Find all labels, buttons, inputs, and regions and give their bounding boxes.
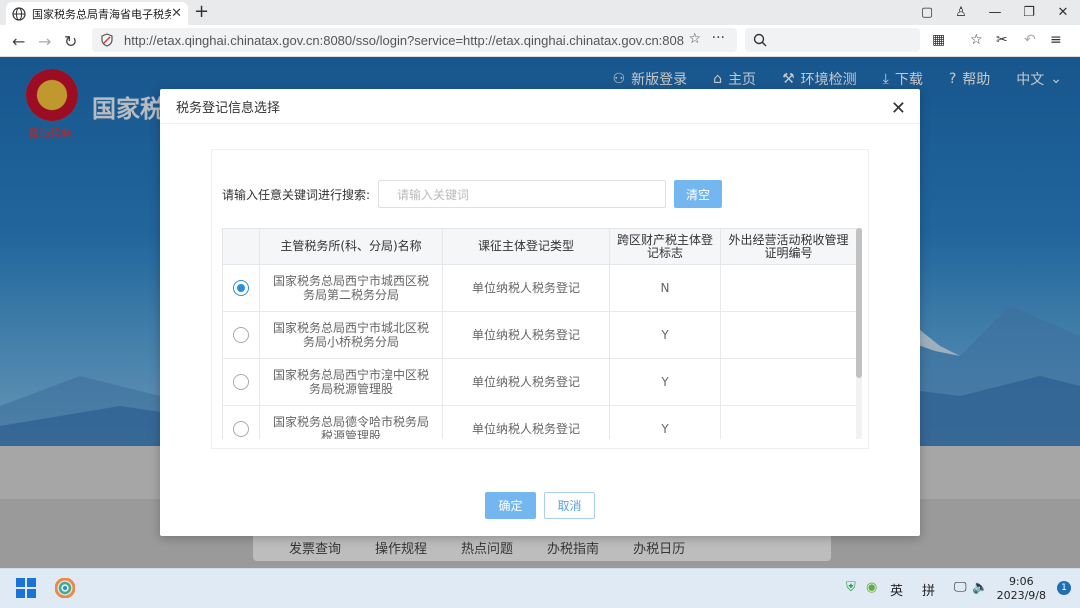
menu-icon[interactable]: ≡ <box>1050 32 1062 48</box>
windows-start-icon[interactable] <box>16 578 36 598</box>
office-cell: 国家税务总局西宁市湟中区税务局税源管理股 <box>259 358 443 406</box>
col-registration-type: 课征主体登记类型 <box>442 228 610 265</box>
table-row[interactable]: 国家税务总局西宁市城西区税务局第二税务分局 单位纳税人税务登记 N <box>222 264 857 312</box>
insecure-shield-icon <box>101 33 113 47</box>
office-cell: 国家税务总局西宁市城西区税务局第二税务分局 <box>259 264 443 312</box>
clock-date: 2023/9/8 <box>996 589 1046 602</box>
tax-registration-modal: 税务登记信息选择 ✕ 请输入任意关键词进行搜索: 请输入关键词 清空 主管税务所… <box>160 89 920 536</box>
ime-mode[interactable]: 拼 <box>922 580 935 599</box>
keyword-search-input[interactable]: 请输入关键词 <box>378 180 666 208</box>
cert-cell <box>720 405 857 439</box>
type-cell: 单位纳税人税务登记 <box>442 311 610 359</box>
type-cell: 单位纳税人税务登记 <box>442 358 610 406</box>
reload-icon[interactable]: ↻ <box>64 32 77 51</box>
flag-cell: N <box>609 264 721 312</box>
search-label: 请输入任意关键词进行搜索: <box>222 187 371 202</box>
browser-toolbar: ← → ↻ http://etax.qinghai.chinatax.gov.c… <box>0 25 1080 57</box>
undo-icon[interactable]: ↶ <box>1024 32 1036 48</box>
security-shield-icon[interactable]: ⛨ <box>846 580 856 595</box>
search-icon <box>753 33 767 47</box>
table-row[interactable]: 国家税务总局德令哈市税务局税源管理股 单位纳税人税务登记 Y <box>222 405 857 439</box>
col-select <box>222 228 260 265</box>
col-cross-region-flag: 跨区财产税主体登记标志 <box>609 228 721 265</box>
back-icon[interactable]: ← <box>12 32 25 51</box>
modal-close-icon[interactable]: ✕ <box>891 98 906 119</box>
network-icon[interactable]: 🖵 <box>954 580 967 595</box>
registration-table: 主管税务所(科、分局)名称 课征主体登记类型 跨区财产税主体登记标志 外出经营活… <box>222 228 862 439</box>
tab-title: 国家税务总局青海省电子税务局 <box>32 7 172 21</box>
clock-time: 9:06 <box>1008 575 1034 588</box>
scrollbar-thumb[interactable] <box>856 228 862 378</box>
os-taskbar: ⛨ ◉ 英 拼 🖵 🔈 9:06 2023/9/8 1 <box>0 568 1080 608</box>
system-clock[interactable]: 9:06 2023/9/8 <box>997 575 1046 603</box>
volume-icon[interactable]: 🔈 <box>972 580 988 595</box>
ime-language[interactable]: 英 <box>890 580 903 599</box>
row-radio[interactable] <box>233 327 249 343</box>
scissors-icon[interactable]: ✂ <box>996 32 1008 48</box>
forward-icon[interactable]: → <box>38 32 51 51</box>
globe-icon <box>12 6 26 21</box>
browser-app-icon[interactable] <box>55 578 75 598</box>
table-row[interactable]: 国家税务总局西宁市城北区税务局小桥税务分局 单位纳税人税务登记 Y <box>222 311 857 359</box>
flag-cell: Y <box>609 311 721 359</box>
favorites-icon[interactable]: ☆ <box>970 32 983 48</box>
tray-app-icon[interactable]: ◉ <box>866 580 877 595</box>
more-icon[interactable]: ··· <box>712 30 725 46</box>
restore-icon[interactable]: ❐ <box>1012 5 1046 20</box>
type-cell: 单位纳税人税务登记 <box>442 405 610 439</box>
row-radio[interactable] <box>233 421 249 437</box>
url-text: http://etax.qinghai.chinatax.gov.cn:8080… <box>124 32 684 48</box>
notification-badge[interactable]: 1 <box>1057 581 1071 595</box>
office-cell: 国家税务总局德令哈市税务局税源管理股 <box>259 405 443 439</box>
tab-close-icon[interactable]: ✕ <box>171 6 182 21</box>
search-box[interactable] <box>745 28 920 52</box>
minimize-icon[interactable]: — <box>978 5 1012 20</box>
new-tab-button[interactable]: + <box>194 1 209 22</box>
confirm-button[interactable]: 确定 <box>485 492 536 519</box>
search-row: 请输入任意关键词进行搜索: 请输入关键词 清空 <box>222 180 722 208</box>
cert-cell <box>720 264 857 312</box>
shirt-icon[interactable]: ♙ <box>944 5 978 20</box>
table-header-row: 主管税务所(科、分局)名称 课征主体登记类型 跨区财产税主体登记标志 外出经营活… <box>222 228 857 265</box>
row-radio-selected[interactable] <box>233 280 249 296</box>
flag-cell: Y <box>609 405 721 439</box>
cert-cell <box>720 358 857 406</box>
apps-grid-icon[interactable]: ▦ <box>932 32 945 48</box>
window-controls: ▢ ♙ — ❐ ✕ <box>910 0 1080 25</box>
table-scrollbar[interactable] <box>856 228 862 439</box>
browser-tab[interactable]: 国家税务总局青海省电子税务局 ✕ <box>6 2 188 25</box>
tab-count-icon[interactable]: ▢ <box>910 5 944 20</box>
bookmark-star-icon[interactable]: ☆ <box>688 31 701 47</box>
col-certificate-number: 外出经营活动税收管理证明编号 <box>720 228 857 265</box>
type-cell: 单位纳税人税务登记 <box>442 264 610 312</box>
window-close-icon[interactable]: ✕ <box>1046 5 1080 20</box>
office-cell: 国家税务总局西宁市城北区税务局小桥税务分局 <box>259 311 443 359</box>
flag-cell: Y <box>609 358 721 406</box>
col-office: 主管税务所(科、分局)名称 <box>259 228 443 265</box>
cancel-button[interactable]: 取消 <box>544 492 595 519</box>
table-row[interactable]: 国家税务总局西宁市湟中区税务局税源管理股 单位纳税人税务登记 Y <box>222 358 857 406</box>
cert-cell <box>720 311 857 359</box>
modal-panel: 请输入任意关键词进行搜索: 请输入关键词 清空 主管税务所(科、分局)名称 课征… <box>211 149 869 449</box>
address-bar[interactable]: http://etax.qinghai.chinatax.gov.cn:8080… <box>92 28 737 52</box>
clear-button[interactable]: 清空 <box>674 180 722 208</box>
row-radio[interactable] <box>233 374 249 390</box>
modal-actions: 确定 取消 <box>485 492 595 519</box>
modal-title: 税务登记信息选择 <box>160 89 920 124</box>
browser-tabbar: 国家税务总局青海省电子税务局 ✕ + ▢ ♙ — ❐ ✕ <box>0 0 1080 25</box>
